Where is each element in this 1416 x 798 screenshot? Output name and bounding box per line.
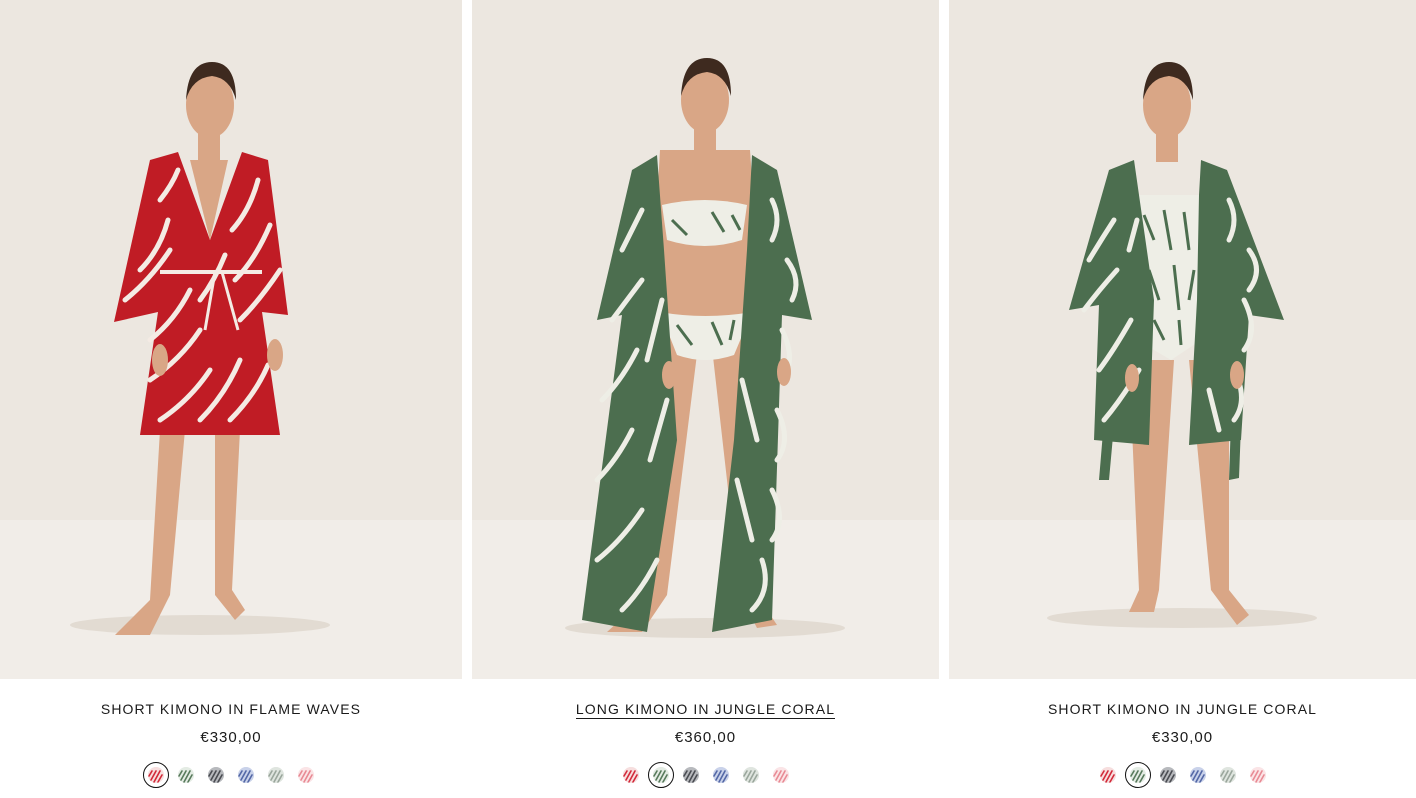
product-image[interactable] [0, 0, 462, 679]
swatch-pattern-icon [238, 767, 254, 783]
swatch-jungle-coral-green[interactable] [647, 762, 674, 788]
swatch-pattern-icon [712, 767, 729, 783]
swatch-pattern-icon [682, 767, 699, 783]
color-swatches [0, 762, 462, 788]
product-title[interactable]: SHORT KIMONO IN JUNGLE CORAL [949, 699, 1416, 719]
swatch-jungle-coral-green[interactable] [176, 765, 196, 785]
swatch-pattern-icon [1189, 767, 1206, 783]
product-card: SHORT KIMONO IN FLAME WAVES €330,00 [0, 0, 462, 798]
swatch-pattern-icon [1129, 767, 1146, 783]
product-price: €330,00 [1151, 729, 1214, 746]
swatch-pattern-icon [1099, 767, 1116, 783]
swatch-pattern-icon [208, 767, 224, 783]
swatch-charcoal-print[interactable] [206, 765, 226, 785]
swatch-blue-print[interactable] [1188, 765, 1208, 785]
swatch-pattern-icon [622, 767, 639, 783]
swatch-flame-waves-red[interactable] [1098, 765, 1118, 785]
swatch-pattern-icon [772, 767, 789, 783]
product-title[interactable]: LONG KIMONO IN JUNGLE CORAL [472, 699, 939, 719]
swatch-blue-print[interactable] [236, 765, 256, 785]
swatch-pink-print[interactable] [1248, 765, 1268, 785]
model-photo [949, 0, 1416, 679]
swatch-pattern-icon [742, 767, 759, 783]
swatch-pattern-icon [1219, 767, 1236, 783]
swatch-sage-print[interactable] [741, 765, 761, 785]
swatch-pattern-icon [268, 767, 284, 783]
swatch-pattern-icon [1159, 767, 1176, 783]
swatch-flame-waves-red[interactable] [621, 765, 641, 785]
swatch-charcoal-print[interactable] [681, 765, 701, 785]
product-price: €360,00 [674, 729, 737, 746]
product-card: SHORT KIMONO IN JUNGLE CORAL €330,00 [949, 0, 1416, 798]
color-swatches [949, 762, 1416, 788]
product-title[interactable]: SHORT KIMONO IN FLAME WAVES [0, 699, 462, 719]
swatch-flame-waves-red[interactable] [143, 762, 169, 788]
swatch-pattern-icon [298, 767, 314, 783]
swatch-jungle-coral-green[interactable] [1124, 762, 1151, 788]
swatch-sage-print[interactable] [266, 765, 286, 785]
swatch-pattern-icon [148, 767, 164, 783]
swatch-pink-print[interactable] [296, 765, 316, 785]
swatch-charcoal-print[interactable] [1158, 765, 1178, 785]
swatch-pattern-icon [652, 767, 669, 783]
product-price: €330,00 [200, 729, 262, 746]
product-card: LONG KIMONO IN JUNGLE CORAL €360,00 [472, 0, 939, 798]
swatch-pattern-icon [178, 767, 194, 783]
color-swatches [472, 762, 939, 788]
swatch-pink-print[interactable] [771, 765, 791, 785]
model-photo [472, 0, 939, 679]
swatch-sage-print[interactable] [1218, 765, 1238, 785]
product-image[interactable] [472, 0, 939, 679]
swatch-pattern-icon [1249, 767, 1266, 783]
model-photo [0, 0, 462, 679]
product-image[interactable] [949, 0, 1416, 679]
swatch-blue-print[interactable] [711, 765, 731, 785]
